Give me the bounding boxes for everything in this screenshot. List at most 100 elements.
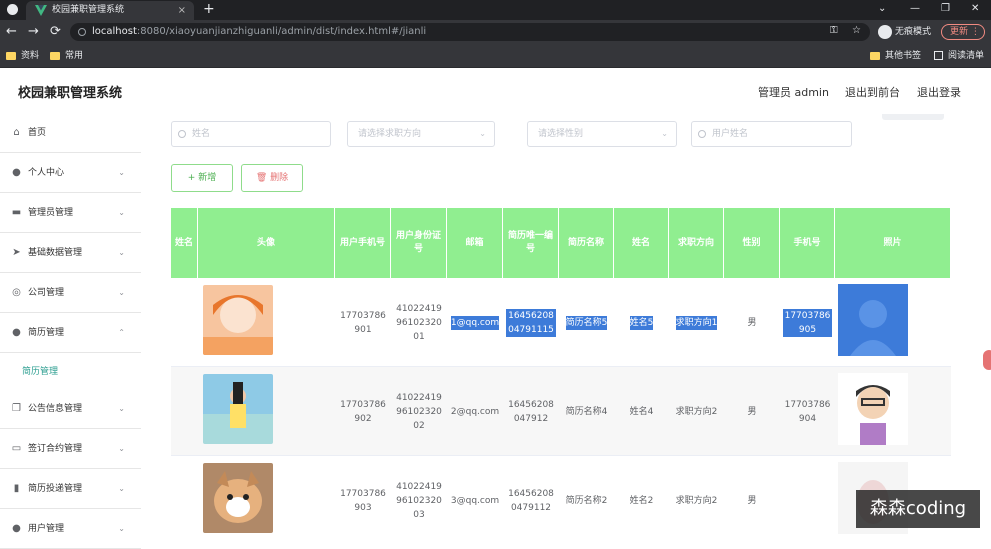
update-button[interactable]: 更新 ⋮ xyxy=(941,24,985,40)
chevron-icon: ⌄ xyxy=(118,288,125,297)
close-window-button[interactable]: ✕ xyxy=(971,0,979,18)
sidebar-item[interactable]: ▬ 管理员管理 ⌄ xyxy=(0,194,141,233)
cell-mobile: 17703786905 xyxy=(783,308,832,337)
column-header[interactable]: 简历唯一编号 xyxy=(503,208,559,278)
table-cell: 1645620804791115 xyxy=(503,278,559,367)
table-cell xyxy=(198,367,335,456)
table-header: 姓名 头像 用户手机号 用户身份证号 邮箱 简历唯一编号 简历名称 姓名 求职方向 性别 手机号 照片 xyxy=(171,208,951,278)
table-cell: 教育经历4 xyxy=(835,367,951,456)
table-cell: 求职方向1 xyxy=(669,278,724,367)
cell-resume-no: 16456208047912 xyxy=(508,399,554,424)
minimize-button[interactable]: — xyxy=(910,0,920,18)
chevron-icon: ⌄ xyxy=(118,444,125,453)
admin-label: 管理员 admin xyxy=(758,86,829,99)
url-input[interactable]: localhost:8080/xiaoyuanjianzhiguanli/adm… xyxy=(70,23,870,41)
sidebar-item[interactable]: ● 简历管理 ⌃ xyxy=(0,314,141,353)
bookmark-folder[interactable]: 资料 xyxy=(6,50,39,62)
name-search-input[interactable]: 姓名 xyxy=(171,121,331,147)
column-header[interactable]: 姓名 xyxy=(614,208,669,278)
avatar xyxy=(203,374,273,449)
tab-close-icon[interactable]: × xyxy=(178,1,186,20)
new-tab-button[interactable]: + xyxy=(203,0,215,18)
direction-select[interactable]: 请选择求职方向 ⌄ xyxy=(347,121,495,147)
sidebar-item[interactable]: ▮ 简历投递管理 ⌄ xyxy=(0,470,141,509)
top-button[interactable] xyxy=(882,114,944,120)
key-icon[interactable]: ⚿ xyxy=(830,25,838,36)
browser-menu-icon[interactable] xyxy=(7,4,18,15)
table-cell: 男 xyxy=(724,367,780,456)
table-cell xyxy=(171,456,198,537)
sidebar-item[interactable]: ▭ 签订合约管理 ⌄ xyxy=(0,430,141,469)
column-header[interactable]: 求职方向 xyxy=(669,208,724,278)
sidebar-item[interactable]: ❐ 公告信息管理 ⌄ xyxy=(0,390,141,429)
sidebar-item[interactable]: ● 个人中心 ⌄ xyxy=(0,154,141,193)
forward-button[interactable]: → xyxy=(28,23,39,40)
reload-button[interactable]: ⟳ xyxy=(50,23,61,40)
table-cell: 男 xyxy=(724,278,780,367)
to-front-link[interactable]: 退出到前台 xyxy=(845,84,900,100)
gender-select[interactable]: 请选择性别 ⌄ xyxy=(527,121,677,147)
column-header[interactable]: 照片 xyxy=(835,208,951,278)
reading-list[interactable]: 阅读清单 xyxy=(934,50,984,62)
table-cell xyxy=(171,278,198,367)
star-icon[interactable]: ☆ xyxy=(852,25,861,36)
column-header[interactable]: 用户身份证号 xyxy=(391,208,447,278)
name-placeholder: 姓名 xyxy=(192,129,211,139)
sidebar-item-label: 公司管理 xyxy=(28,288,65,298)
table-cell: 16456208047912 xyxy=(503,367,559,456)
bookmark-folder[interactable]: 常用 xyxy=(50,50,83,62)
incognito-label: 无痕模式 xyxy=(895,27,932,37)
column-header[interactable]: 性别 xyxy=(724,208,780,278)
submenu-item-resume[interactable]: 简历管理 xyxy=(0,354,141,390)
photo xyxy=(838,373,908,450)
column-header[interactable]: 手机号 xyxy=(780,208,835,278)
table-row[interactable]: 17703786902 410224199610232002 2@qq.com 164… xyxy=(171,367,951,456)
update-label: 更新 xyxy=(950,27,969,37)
photo xyxy=(838,284,908,361)
table-cell: 求职方向2 xyxy=(669,367,724,456)
chevron-icon: ⌄ xyxy=(118,404,125,413)
back-button[interactable]: ← xyxy=(6,23,17,40)
sidebar-item[interactable]: ◎ 公司管理 ⌄ xyxy=(0,274,141,313)
column-header[interactable]: 用户手机号 xyxy=(335,208,391,278)
table-cell: 简历名称4 xyxy=(559,367,614,456)
column-header[interactable]: 头像 xyxy=(198,208,335,278)
tab-search-icon[interactable]: ⌄ xyxy=(878,0,886,18)
table-cell: 姓名4 xyxy=(614,367,669,456)
url-host: localhost xyxy=(92,26,137,37)
chevron-down-icon: ⌄ xyxy=(479,129,486,138)
chart-icon: ▮ xyxy=(13,483,20,494)
cell-email: 3@qq.com xyxy=(450,495,500,506)
browser-tab[interactable]: 校园兼职管理系统 × xyxy=(26,1,194,20)
incognito-indicator[interactable]: 无痕模式 xyxy=(878,24,931,40)
sidebar-item[interactable]: ⌂ 首页 xyxy=(0,114,141,153)
cell-direction: 求职方向2 xyxy=(675,495,718,506)
table-cell: 17703786902 xyxy=(335,367,391,456)
sidebar-item[interactable]: ● 用户管理 ⌄ xyxy=(0,510,141,549)
chevron-icon: ⌄ xyxy=(118,168,125,177)
cell-resume-name: 简历名称5 xyxy=(565,315,608,330)
app-header: 校园兼职管理系统 管理员 admin 退出到前台 退出登录 xyxy=(0,68,991,114)
sidebar-item-label: 个人中心 xyxy=(28,168,65,178)
watermark: 森森coding xyxy=(856,490,980,528)
scroll-indicator[interactable] xyxy=(983,350,991,370)
column-header[interactable]: 邮箱 xyxy=(447,208,503,278)
table-row[interactable]: 17703786903 410224199610232003 3@qq.com 164… xyxy=(171,456,951,537)
maximize-button[interactable]: ❐ xyxy=(941,0,950,18)
add-button[interactable]: + 新增 xyxy=(171,164,233,192)
avatar xyxy=(203,463,273,537)
table-cell: 17703786903 xyxy=(335,456,391,537)
globe-icon: ◎ xyxy=(12,287,21,298)
info-icon[interactable] xyxy=(78,28,86,36)
other-bookmarks[interactable]: 其他书签 xyxy=(870,50,921,62)
column-header[interactable]: 简历名称 xyxy=(559,208,614,278)
column-header[interactable]: 姓名 xyxy=(171,208,198,278)
user-icon: ● xyxy=(12,327,21,338)
avatar xyxy=(203,285,273,360)
username-search-input[interactable]: 用户姓名 xyxy=(691,121,852,147)
cell-phone: 17703786901 xyxy=(340,310,386,335)
table-row[interactable]: 17703786901 410224199610232001 1@qq.com 164… xyxy=(171,278,951,367)
sidebar-item[interactable]: ➤ 基础数据管理 ⌄ xyxy=(0,234,141,273)
delete-button[interactable]: 🗑 删除 xyxy=(241,164,303,192)
logout-link[interactable]: 退出登录 xyxy=(917,84,961,100)
